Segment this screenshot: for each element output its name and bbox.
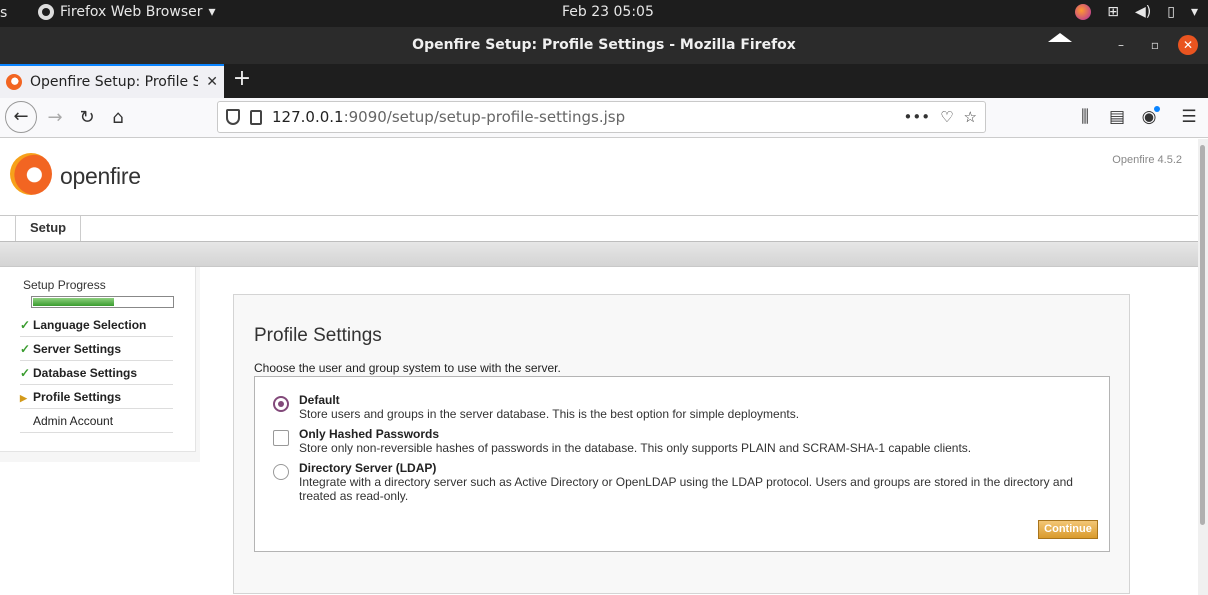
tray-popup-pointer — [1048, 33, 1072, 42]
web-page: openfire Openfire 4.5.2 Setup Setup Prog… — [0, 139, 1198, 595]
option-description: Integrate with a directory server such a… — [299, 475, 1073, 503]
window-title-bar: Openfire Setup: Profile Settings - Mozil… — [0, 27, 1208, 64]
option-description: Store users and groups in the server dat… — [299, 407, 800, 421]
option-title: Directory Server (LDAP) — [299, 461, 437, 475]
step-profile-settings: ▶ Profile Settings — [20, 385, 173, 409]
tab-strip: Openfire Setup: Profile S ✕ + — [0, 64, 1208, 98]
check-icon: ✓ — [20, 342, 31, 356]
maximize-icon[interactable]: ▫ — [1146, 36, 1164, 54]
system-top-bar: s Firefox Web Browser ▾ Feb 23 05:05 ⊞ ◀… — [0, 0, 1208, 27]
library-icon[interactable]: ⫼ — [1072, 104, 1098, 130]
progress-fill — [33, 298, 114, 306]
favicon-icon — [6, 74, 22, 90]
minimize-icon[interactable]: – — [1112, 36, 1130, 54]
scrollbar-thumb[interactable] — [1200, 145, 1205, 525]
chevron-down-icon: ▾ — [208, 4, 216, 20]
setup-progress-bar — [31, 296, 174, 308]
current-step-arrow-icon: ▶ — [20, 393, 27, 403]
openfire-logo: openfire — [10, 147, 160, 195]
url-text[interactable]: 127.0.0.1:9090/setup/setup-profile-setti… — [272, 108, 894, 126]
main-tab-bar: Setup — [0, 215, 1198, 241]
intro-text: Choose the user and group system to use … — [254, 361, 561, 375]
step-label: Profile Settings — [33, 390, 122, 404]
setup-steps-panel: Setup Progress ✓ Language Selection ✓ Serv… — [0, 267, 196, 452]
step-label: Language Selection — [33, 318, 147, 332]
system-tray[interactable]: ⊞ ◀) ▯ ▾ — [1075, 4, 1198, 20]
check-icon: ✓ — [20, 318, 31, 332]
hashed-passwords-checkbox[interactable] — [273, 430, 289, 446]
tab-setup[interactable]: Setup — [15, 216, 82, 241]
option-title: Only Hashed Passwords — [299, 427, 440, 441]
tab-close-icon[interactable]: ✕ — [206, 74, 218, 90]
page-info-icon[interactable] — [250, 109, 262, 125]
tracking-protection-shield-icon[interactable] — [226, 109, 240, 125]
tab-label: Openfire Setup: Profile S — [30, 74, 199, 90]
home-icon: ⌂ — [112, 107, 124, 128]
step-label: Admin Account — [33, 414, 114, 428]
bookmark-star-icon[interactable]: ☆ — [964, 108, 977, 126]
setup-sidebar: Setup Progress ✓ Language Selection ✓ Serv… — [0, 267, 200, 462]
pocket-icon[interactable]: ♡ — [940, 108, 953, 126]
account-icon[interactable]: ◉ — [1136, 104, 1162, 130]
back-button[interactable]: ← — [5, 101, 37, 133]
close-icon[interactable]: ✕ — [1178, 35, 1198, 55]
new-tab-icon[interactable]: + — [230, 68, 254, 92]
navigation-toolbar: ← → ↻ ⌂ 127.0.0.1:9090/setup/setup-profi… — [0, 98, 1208, 138]
logo-wordmark: openfire — [60, 163, 141, 189]
page-title: Profile Settings — [254, 325, 382, 346]
url-bar[interactable]: 127.0.0.1:9090/setup/setup-profile-setti… — [217, 101, 986, 133]
step-label: Database Settings — [33, 366, 138, 380]
version-label: Openfire 4.5.2 — [1112, 154, 1182, 166]
sidebar-icon[interactable]: ▤ — [1104, 104, 1130, 130]
forward-button[interactable]: → — [40, 103, 70, 133]
url-path: :9090/setup/setup-profile-settings.jsp — [343, 108, 626, 126]
clock[interactable]: Feb 23 05:05 — [562, 4, 654, 20]
option-description: Store only non-reversible hashes of pass… — [299, 441, 972, 455]
step-language-selection: ✓ Language Selection — [20, 313, 173, 337]
step-database-settings: ✓ Database Settings — [20, 361, 173, 385]
continue-button[interactable]: Continue — [1038, 520, 1098, 539]
firefox-icon — [38, 4, 54, 20]
check-icon: ✓ — [20, 366, 31, 380]
openfire-flame-icon — [10, 153, 52, 195]
reload-icon: ↻ — [79, 107, 95, 128]
url-host: 127.0.0.1 — [272, 108, 344, 126]
sub-navigation-bar — [0, 241, 1198, 267]
step-server-settings: ✓ Server Settings — [20, 337, 173, 361]
page-actions-icon[interactable]: ••• — [904, 108, 931, 126]
notification-dot — [1154, 106, 1160, 112]
default-radio[interactable] — [273, 396, 289, 412]
firefox-indicator-icon[interactable] — [1075, 4, 1092, 20]
system-menu-chevron-icon[interactable]: ▾ — [1191, 4, 1198, 20]
app-menu-label: Firefox Web Browser — [60, 4, 203, 20]
window-title: Openfire Setup: Profile Settings - Mozil… — [412, 37, 796, 53]
hamburger-menu-icon[interactable]: ☰ — [1176, 104, 1202, 130]
battery-icon[interactable]: ▯ — [1167, 4, 1175, 20]
option-title: Default — [299, 393, 340, 407]
volume-icon[interactable]: ◀) — [1135, 4, 1151, 20]
network-icon[interactable]: ⊞ — [1107, 4, 1119, 20]
ldap-radio[interactable] — [273, 464, 289, 480]
step-label: Server Settings — [33, 342, 122, 356]
tab-openfire-setup[interactable]: Openfire Setup: Profile S ✕ — [0, 64, 224, 98]
options-box: Default Store users and groups in the se… — [254, 376, 1110, 552]
reload-button[interactable]: ↻ — [72, 103, 102, 133]
app-menu[interactable]: Firefox Web Browser ▾ — [38, 4, 216, 20]
profile-settings-panel: Profile Settings Choose the user and gro… — [233, 294, 1130, 594]
page-scrollbar[interactable] — [1198, 139, 1208, 595]
arrow-right-icon: → — [47, 107, 63, 128]
step-admin-account: Admin Account — [20, 409, 173, 433]
progress-label: Setup Progress — [23, 278, 106, 292]
activities-button[interactable]: s — [0, 5, 7, 21]
home-button[interactable]: ⌂ — [103, 103, 133, 133]
arrow-left-icon: ← — [13, 106, 29, 127]
